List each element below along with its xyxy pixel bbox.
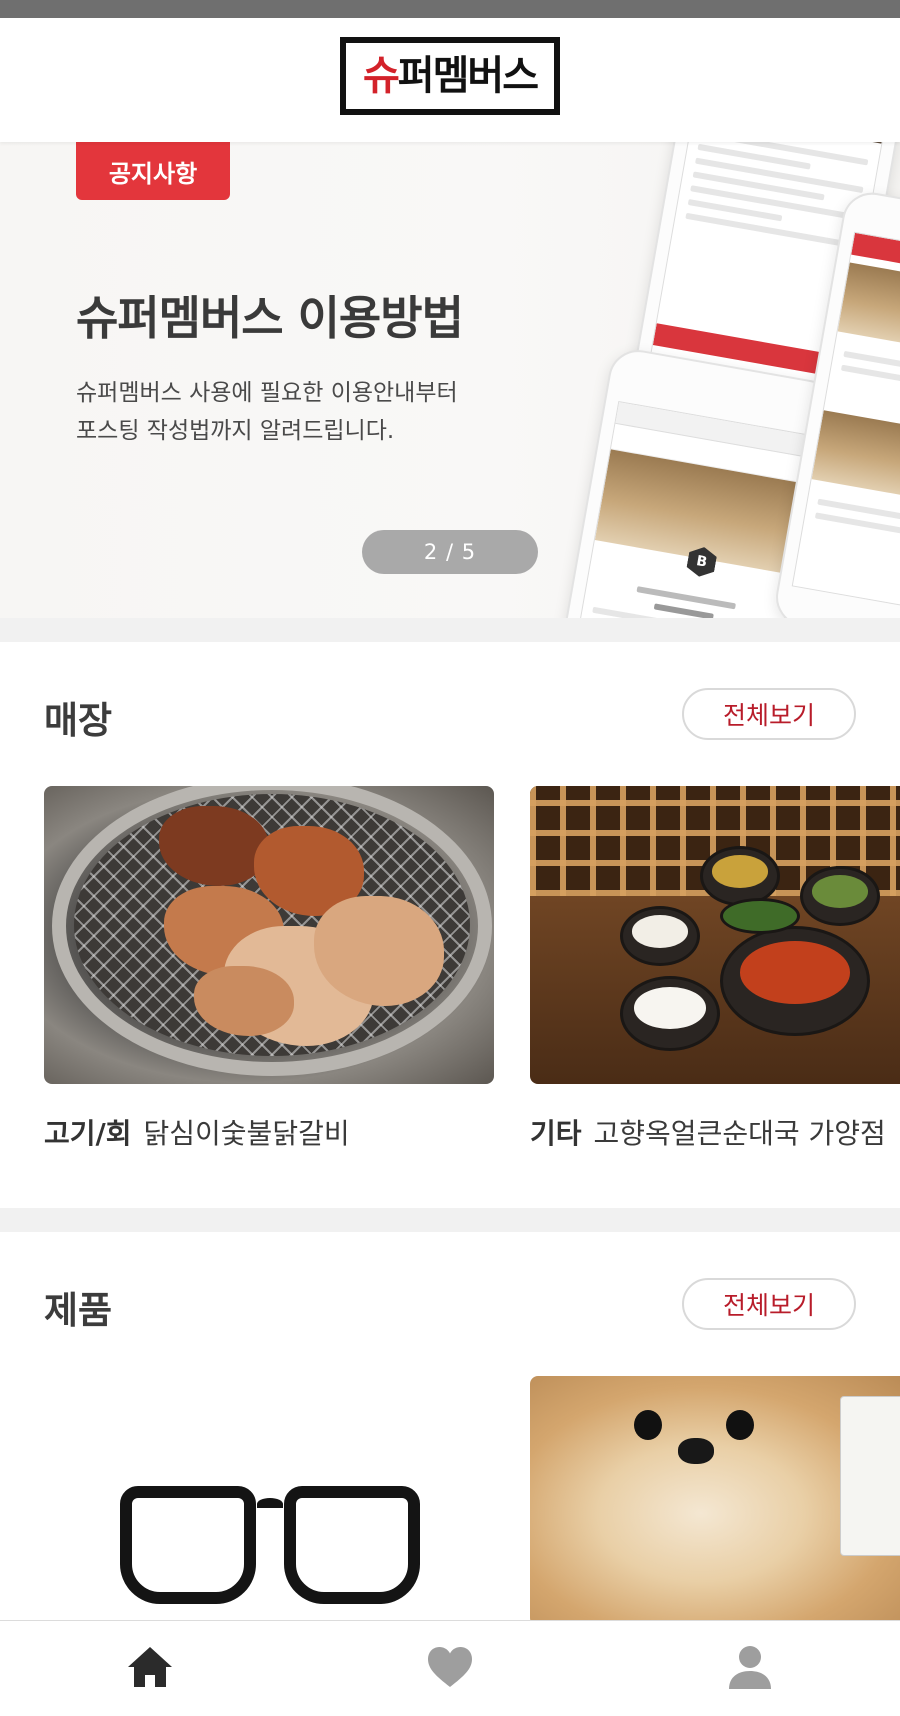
banner-desc-line-1: 슈퍼멤버스 사용에 필요한 이용안내부터 xyxy=(76,380,458,406)
banner-title: 슈퍼멤버스 이용방법 xyxy=(76,291,464,345)
section-divider xyxy=(0,618,900,642)
stores-section-title: 매장 xyxy=(44,699,113,742)
store-category: 고기/회 xyxy=(44,1117,132,1150)
product-image-glasses[interactable] xyxy=(44,1376,494,1626)
status-bar xyxy=(0,0,900,18)
logo-text: 슈퍼멤버스 xyxy=(362,53,539,99)
nav-home[interactable] xyxy=(0,1621,300,1716)
banner-description: 슈퍼멤버스 사용에 필요한 이용안내부터 포스팅 작성법까지 알려드립니다. xyxy=(76,374,556,450)
app-root: 슈퍼멤버스 공지사항 슈퍼멤버스 이용방법 슈퍼멤버스 사용에 필요한 이용안내… xyxy=(0,0,900,1716)
home-icon xyxy=(126,1645,174,1693)
store-category: 기타 xyxy=(530,1117,582,1150)
store-name: 고향옥얼큰순대국 가양점 xyxy=(593,1117,886,1150)
store-image-meal[interactable] xyxy=(530,786,900,1084)
banner-desc-line-2: 포스팅 작성법까지 알려드립니다. xyxy=(76,418,395,444)
store-caption: 고기/회 닭심이숯불닭갈비 xyxy=(44,1112,350,1152)
heart-icon xyxy=(426,1645,474,1693)
nav-favorites[interactable] xyxy=(300,1621,600,1716)
products-view-all-button[interactable]: 전체보기 xyxy=(682,1278,856,1330)
section-divider xyxy=(0,1208,900,1232)
product-image-dog[interactable] xyxy=(530,1376,900,1626)
carousel-page-indicator: 2 / 5 xyxy=(362,530,538,574)
products-section-title: 제품 xyxy=(44,1289,113,1332)
app-header: 슈퍼멤버스 xyxy=(0,18,900,142)
store-image-grill[interactable] xyxy=(44,786,494,1084)
bottom-navigation xyxy=(0,1620,900,1716)
notice-banner-carousel[interactable]: 공지사항 슈퍼멤버스 이용방법 슈퍼멤버스 사용에 필요한 이용안내부터 포스팅… xyxy=(0,142,900,618)
stores-view-all-button[interactable]: 전체보기 xyxy=(682,688,856,740)
brand-logo[interactable]: 슈퍼멤버스 xyxy=(340,37,560,115)
user-icon xyxy=(726,1644,774,1694)
store-name: 닭심이숯불닭갈비 xyxy=(143,1117,350,1150)
nav-profile[interactable] xyxy=(600,1621,900,1716)
notice-badge: 공지사항 xyxy=(76,142,230,200)
store-caption: 기타 고향옥얼큰순대국 가양점 xyxy=(530,1112,886,1152)
